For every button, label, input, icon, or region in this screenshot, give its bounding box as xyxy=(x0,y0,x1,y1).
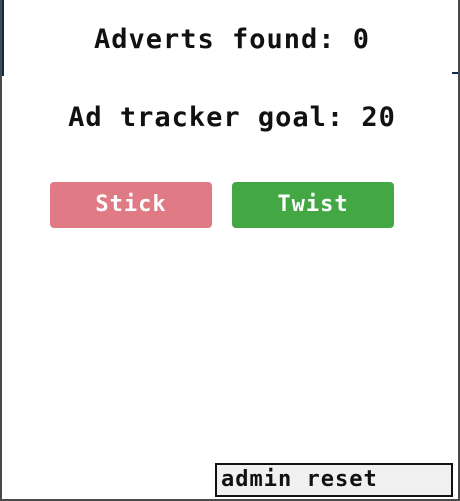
window-edge-accent-right xyxy=(452,72,458,74)
twist-button[interactable]: Twist xyxy=(232,182,394,228)
ad-tracker-goal: Ad tracker goal: 20 xyxy=(2,102,460,133)
adverts-found-label: Adverts found: xyxy=(93,24,336,55)
ad-tracker-goal-value: 20 xyxy=(361,102,396,133)
ad-tracker-goal-label: Ad tracker goal: xyxy=(68,102,345,133)
game-panel: Adverts found: 0 Ad tracker goal: 20 Sti… xyxy=(0,0,460,501)
adverts-found-value: 0 xyxy=(352,24,371,55)
adverts-found-counter: Adverts found: 0 xyxy=(2,24,460,55)
admin-reset-button[interactable]: admin reset xyxy=(215,463,453,497)
stick-button[interactable]: Stick xyxy=(50,182,212,228)
